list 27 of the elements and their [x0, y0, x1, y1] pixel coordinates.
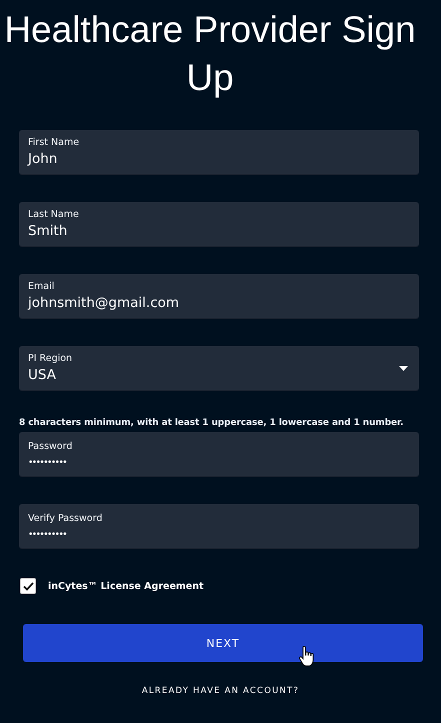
masked-password: •••••••••• [28, 458, 66, 468]
password-field[interactable]: Password •••••••••• [19, 432, 419, 477]
password-field[interactable]: Verify Password •••••••••• [19, 504, 419, 549]
field-label: Verify Password [28, 512, 102, 524]
field-label: First Name [28, 137, 80, 148]
input-field[interactable]: First Name John [19, 130, 419, 175]
field-label: Email [28, 281, 54, 292]
region-dropdown[interactable]: PI Region USA [19, 346, 419, 391]
dropdown-caret-icon [399, 366, 408, 370]
field-label: Password [28, 440, 72, 452]
next-button[interactable]: NEXT [23, 624, 423, 662]
field-value: John [28, 151, 58, 167]
agreement-checkbox[interactable] [20, 578, 36, 594]
login-link[interactable]: ALREADY HAVE AN ACCOUNT? [0, 686, 441, 696]
page-title: Healthcare Provider Sign Up [3, 8, 417, 100]
checkmark-icon [22, 582, 34, 590]
field-value: Smith [28, 223, 68, 239]
field-label: PI Region [28, 353, 72, 364]
masked-password: •••••••••• [28, 530, 66, 540]
agreement-label[interactable]: inCytes™ License Agreement [48, 580, 204, 592]
field-value: johnsmith@gmail.com [28, 295, 180, 311]
password-hint: 8 characters minimum, with at least 1 uppercase, 1 lowercase and 1 number. [19, 418, 404, 428]
field-label: Last Name [28, 209, 79, 220]
input-field[interactable]: Email johnsmith@gmail.com [19, 274, 419, 319]
hand-cursor-icon [299, 646, 314, 667]
input-field[interactable]: Last Name Smith [19, 202, 419, 247]
selected-value: USA [28, 367, 56, 383]
